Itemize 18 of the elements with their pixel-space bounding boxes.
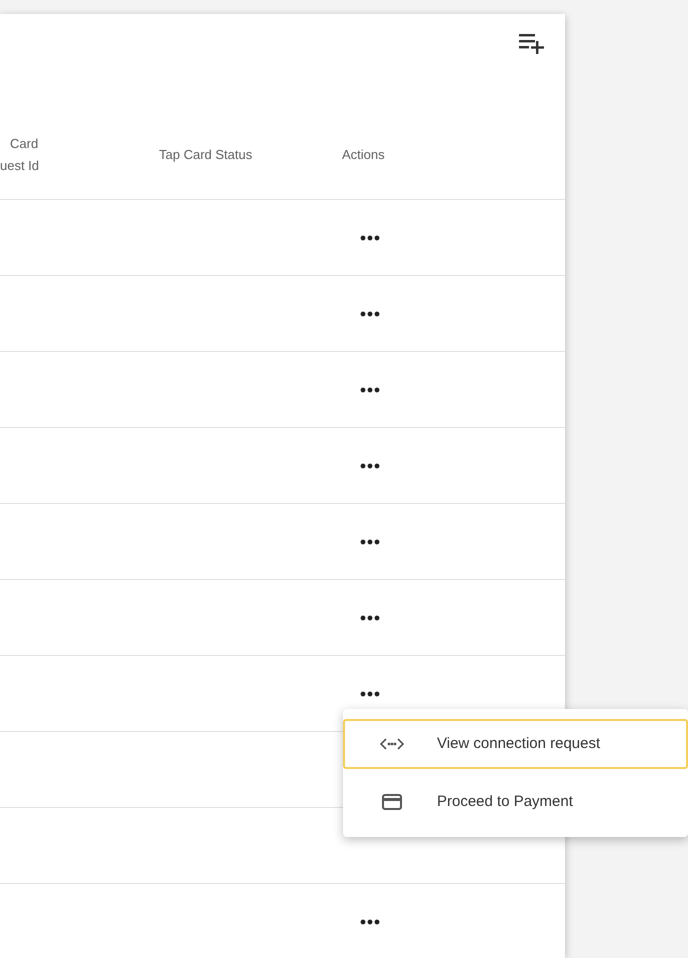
more-horizontal-icon (360, 614, 380, 620)
column-header: Tap Card Status (159, 146, 254, 164)
code-dots-icon (380, 737, 404, 751)
more-horizontal-icon (360, 310, 380, 316)
column-header: uest Id (0, 156, 40, 174)
more-horizontal-icon (360, 538, 380, 544)
more-horizontal-icon (360, 234, 380, 240)
column-header: Card (9, 134, 40, 152)
add-list-button[interactable] (519, 32, 545, 54)
menu-item[interactable]: Proceed to Payment (343, 777, 688, 827)
credit-card-icon (382, 794, 402, 810)
more-horizontal-icon (360, 386, 380, 392)
playlist-add-icon (519, 32, 545, 54)
more-horizontal-icon (360, 690, 380, 696)
more-horizontal-icon (360, 918, 380, 924)
menu-item[interactable]: View connection request (343, 719, 688, 769)
column-header: Actions (342, 146, 386, 164)
more-horizontal-icon (360, 462, 380, 468)
